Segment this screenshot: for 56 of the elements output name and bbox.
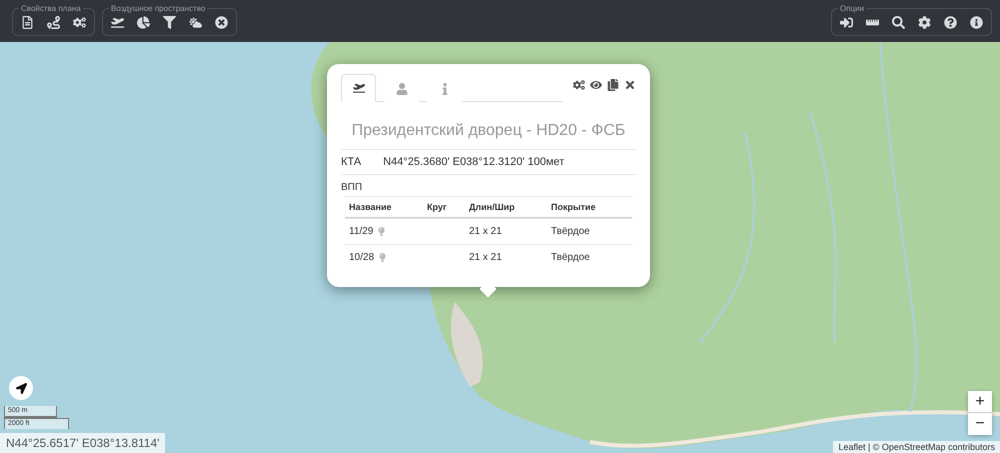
filter-button[interactable]	[161, 14, 178, 31]
gears-icon	[573, 79, 585, 91]
column-header: Название	[349, 202, 392, 212]
cloud-icon	[189, 16, 202, 29]
kta-value: N44°25.3680' E038°12.3120' 100мет	[383, 156, 564, 168]
person-icon	[396, 82, 408, 94]
settings-button[interactable]	[916, 14, 933, 31]
plane-tab[interactable]	[341, 74, 376, 102]
map-attribution: Leaflet | © OpenStreetMap contributors	[833, 441, 1000, 453]
zoom-in-button[interactable]: +	[968, 391, 992, 413]
info-icon	[970, 16, 983, 29]
eye-icon	[590, 79, 602, 91]
table-cell-text: Твёрдое	[551, 226, 591, 237]
table-cell: 11/29	[349, 226, 374, 237]
help-button[interactable]	[942, 14, 959, 31]
route-icon	[47, 16, 60, 29]
filter-icon	[163, 16, 176, 29]
plane-icon	[111, 16, 124, 29]
arrow-icon	[16, 382, 26, 394]
column-header: Круг	[427, 202, 448, 212]
help-icon	[944, 16, 957, 29]
group-legend: Опции	[838, 4, 866, 13]
table-cell-text: Твёрдое	[551, 252, 591, 263]
copy-button[interactable]	[607, 79, 619, 91]
copy-icon	[607, 79, 619, 91]
group-legend: Свойства плана	[19, 4, 83, 13]
table-cell-text: 21 x 21	[469, 226, 503, 237]
pie-chart-button[interactable]	[135, 14, 152, 31]
popup-title: Президентский дворец - HD20 - ФСБ	[341, 102, 636, 150]
table-cell: 10/28	[349, 252, 374, 263]
runways-label: ВПП	[341, 181, 364, 195]
settings-icon	[918, 16, 931, 29]
locate-button[interactable]	[9, 376, 33, 400]
zoom-out-button[interactable]: −	[968, 413, 992, 435]
close-circle-button[interactable]	[213, 14, 230, 31]
close-button[interactable]	[624, 79, 636, 91]
table-cell-text: 21 x 21	[469, 252, 503, 263]
document-icon	[21, 16, 34, 29]
kta-label: КТА	[341, 156, 362, 168]
gears-button[interactable]	[573, 79, 585, 91]
plane-icon	[352, 82, 364, 94]
search-icon	[892, 16, 905, 29]
eye-button[interactable]	[590, 79, 602, 91]
info-button[interactable]	[968, 14, 985, 31]
sign-in-icon	[840, 16, 853, 29]
route-button[interactable]	[45, 14, 62, 31]
lightbulb-icon	[377, 227, 386, 236]
group-legend: Воздушное пространство	[109, 4, 208, 13]
gears-icon	[73, 16, 86, 29]
coordinates-display: N44°25.6517' E038°13.8114'	[0, 433, 166, 453]
column-header: Покрытие	[551, 202, 597, 212]
search-button[interactable]	[890, 14, 907, 31]
column-header: Длин/Шир	[469, 202, 516, 212]
close-icon	[624, 79, 636, 91]
lightbulb-icon	[378, 253, 388, 262]
pie-chart-icon	[137, 16, 150, 29]
